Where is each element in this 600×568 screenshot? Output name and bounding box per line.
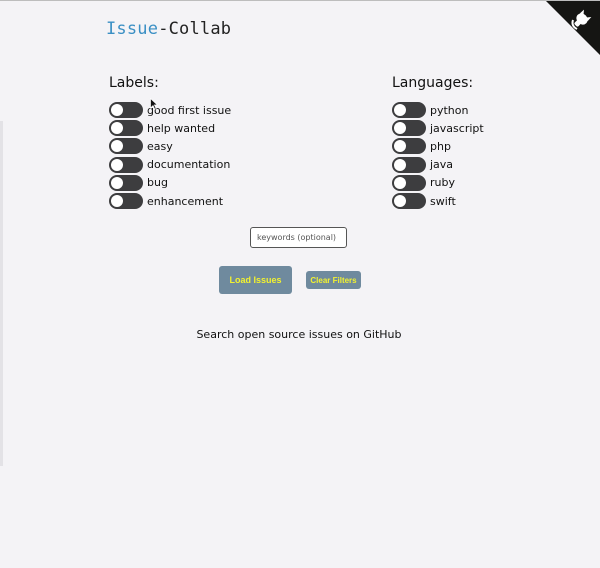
label-toggle-row: documentation xyxy=(109,156,231,174)
language-toggle-row: php xyxy=(392,137,484,155)
logo-text: -Collab xyxy=(158,19,232,39)
label-toggle-text: help wanted xyxy=(147,121,216,135)
left-edge-shade xyxy=(0,121,3,466)
language-toggle-row: java xyxy=(392,156,484,174)
language-toggle-switch[interactable] xyxy=(392,174,426,191)
toggle-knob xyxy=(394,195,406,208)
language-toggle-switch[interactable] xyxy=(392,156,426,173)
toggle-knob xyxy=(111,195,123,208)
toggle-knob xyxy=(394,122,406,135)
label-toggle-row: bug xyxy=(109,174,231,192)
label-toggle-switch[interactable] xyxy=(109,138,143,155)
language-toggle-row: ruby xyxy=(392,174,484,192)
mouse-cursor-icon xyxy=(150,98,158,110)
label-toggle-text: documentation xyxy=(147,158,231,172)
language-toggle-switch[interactable] xyxy=(392,102,426,119)
languages-toggle-list: python javascript php java ruby swift xyxy=(392,101,484,210)
tagline-text: Search open source issues on GitHub xyxy=(196,328,402,341)
app-logo: Issue-Collab xyxy=(106,19,231,39)
logo-accent-text: Issue xyxy=(106,19,159,39)
label-toggle-switch[interactable] xyxy=(109,193,143,210)
language-toggle-text: python xyxy=(430,103,469,117)
keywords-input[interactable] xyxy=(250,227,347,248)
label-toggle-row: help wanted xyxy=(109,119,231,137)
label-toggle-switch[interactable] xyxy=(109,174,143,191)
language-toggle-switch[interactable] xyxy=(392,193,426,210)
language-toggle-text: swift xyxy=(430,194,456,208)
labels-toggle-list: good first issue help wanted easy docume… xyxy=(109,101,231,210)
language-toggle-text: php xyxy=(430,139,451,153)
toggle-knob xyxy=(394,158,406,171)
label-toggle-text: good first issue xyxy=(147,103,232,117)
toggle-knob xyxy=(111,176,123,189)
language-toggle-row: python xyxy=(392,101,484,119)
label-toggle-row: easy xyxy=(109,137,231,155)
label-toggle-row: enhancement xyxy=(109,192,231,210)
toggle-knob xyxy=(394,104,406,117)
label-toggle-switch[interactable] xyxy=(109,102,143,119)
toggle-knob xyxy=(111,140,123,153)
github-octocat-icon xyxy=(546,1,600,55)
toggle-knob xyxy=(111,104,123,117)
language-toggle-text: ruby xyxy=(430,176,455,190)
language-toggle-switch[interactable] xyxy=(392,138,426,155)
label-toggle-text: easy xyxy=(147,139,173,153)
label-toggle-text: bug xyxy=(147,176,168,190)
label-toggle-switch[interactable] xyxy=(109,156,143,173)
language-toggle-text: javascript xyxy=(430,121,484,135)
load-issues-button[interactable]: Load Issues xyxy=(219,266,292,294)
toggle-knob xyxy=(111,122,123,135)
language-toggle-row: javascript xyxy=(392,119,484,137)
app-page: Issue-Collab Labels: Languages: good fir… xyxy=(0,0,600,568)
label-toggle-row: good first issue xyxy=(109,101,231,119)
clear-filters-button[interactable]: Clear Filters xyxy=(306,271,361,289)
toggle-knob xyxy=(394,176,406,189)
labels-heading: Labels: xyxy=(109,75,159,91)
toggle-knob xyxy=(394,140,406,153)
language-toggle-switch[interactable] xyxy=(392,120,426,137)
toggle-knob xyxy=(111,158,123,171)
languages-heading: Languages: xyxy=(392,75,474,91)
label-toggle-text: enhancement xyxy=(147,194,224,208)
github-corner-link[interactable] xyxy=(546,1,600,55)
label-toggle-switch[interactable] xyxy=(109,120,143,137)
language-toggle-row: swift xyxy=(392,192,484,210)
language-toggle-text: java xyxy=(430,158,454,172)
